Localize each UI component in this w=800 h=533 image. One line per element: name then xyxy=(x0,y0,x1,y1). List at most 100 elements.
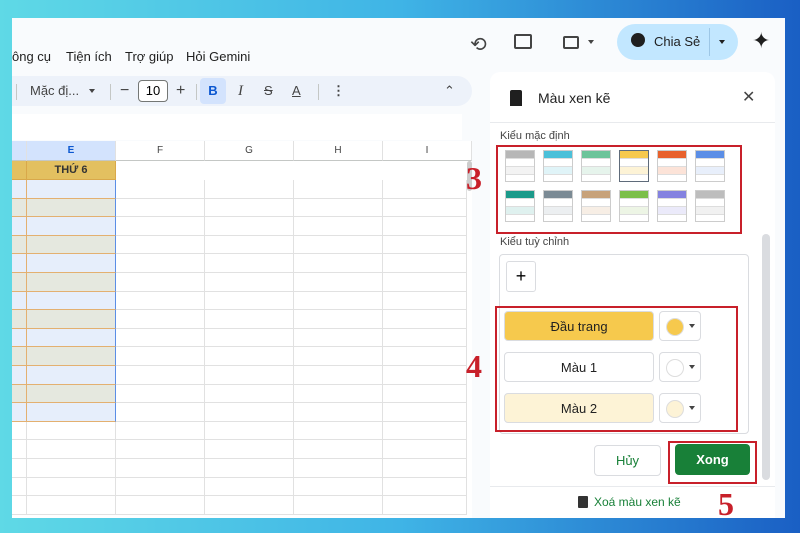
cell[interactable] xyxy=(294,273,383,292)
cell[interactable] xyxy=(383,180,467,199)
cell[interactable] xyxy=(116,440,205,459)
cell[interactable] xyxy=(383,366,467,385)
cell[interactable] xyxy=(116,291,205,311)
remove-alternating-colors-link[interactable]: Xoá màu xen kẽ xyxy=(594,495,681,509)
share-button[interactable]: Chia Sẻ xyxy=(617,24,738,60)
cell[interactable] xyxy=(294,254,383,273)
cell[interactable] xyxy=(205,291,294,311)
cell[interactable] xyxy=(27,273,116,292)
column-header-f[interactable]: F xyxy=(116,141,205,161)
cell[interactable] xyxy=(12,347,27,366)
cell[interactable] xyxy=(27,291,116,311)
cell[interactable] xyxy=(294,328,383,348)
cell[interactable] xyxy=(205,440,294,459)
header-cell-d[interactable] xyxy=(12,161,27,180)
cell[interactable] xyxy=(27,310,116,329)
cell[interactable] xyxy=(294,217,383,236)
cell[interactable] xyxy=(27,254,116,273)
cell[interactable] xyxy=(116,254,205,273)
cell[interactable] xyxy=(205,421,294,441)
cell[interactable] xyxy=(27,217,116,236)
cell[interactable] xyxy=(383,328,467,348)
cell[interactable] xyxy=(27,496,116,515)
comment-icon[interactable] xyxy=(514,34,532,49)
column-header-i[interactable]: I xyxy=(383,141,472,161)
cell[interactable] xyxy=(294,291,383,311)
cell[interactable] xyxy=(116,421,205,441)
cell[interactable] xyxy=(12,310,27,329)
cell[interactable] xyxy=(116,180,205,199)
cell[interactable] xyxy=(383,403,467,422)
cell[interactable] xyxy=(294,347,383,366)
cell[interactable] xyxy=(205,366,294,385)
cell[interactable] xyxy=(27,459,116,478)
cell[interactable] xyxy=(205,198,294,218)
cell[interactable] xyxy=(12,235,27,255)
collapse-toolbar-icon[interactable]: ⌃ xyxy=(444,76,455,106)
cell[interactable] xyxy=(294,421,383,441)
cell[interactable] xyxy=(294,366,383,385)
cell[interactable] xyxy=(294,310,383,329)
cell[interactable] xyxy=(205,254,294,273)
cell[interactable] xyxy=(116,477,205,497)
cell[interactable] xyxy=(205,273,294,292)
italic-button[interactable]: I xyxy=(238,76,243,106)
cell[interactable] xyxy=(12,496,27,515)
cell[interactable] xyxy=(383,347,467,366)
formula-bar[interactable] xyxy=(12,114,462,140)
decrease-font-button[interactable]: − xyxy=(120,76,129,106)
cell[interactable] xyxy=(383,477,467,497)
cell[interactable] xyxy=(27,421,116,441)
cell[interactable] xyxy=(12,254,27,273)
cell[interactable] xyxy=(12,366,27,385)
trash-icon[interactable] xyxy=(578,496,588,508)
cell[interactable] xyxy=(116,310,205,329)
cell[interactable] xyxy=(383,440,467,459)
cell[interactable] xyxy=(205,310,294,329)
cell[interactable] xyxy=(27,403,116,422)
cell[interactable] xyxy=(205,496,294,515)
cell[interactable] xyxy=(383,384,467,404)
close-icon[interactable]: ✕ xyxy=(742,87,755,107)
gemini-star-icon[interactable]: ✦ xyxy=(752,28,770,54)
cell[interactable] xyxy=(205,384,294,404)
cell[interactable] xyxy=(383,496,467,515)
cell[interactable] xyxy=(12,477,27,497)
strikethrough-button[interactable]: S xyxy=(264,76,273,106)
cell[interactable] xyxy=(116,328,205,348)
cell[interactable] xyxy=(12,198,27,218)
column-header-e[interactable]: E xyxy=(27,141,116,161)
column-header-g[interactable]: G xyxy=(205,141,294,161)
cell[interactable] xyxy=(27,235,116,255)
cell[interactable] xyxy=(116,217,205,236)
cell[interactable] xyxy=(294,440,383,459)
share-dropdown-icon[interactable] xyxy=(719,40,725,44)
cell[interactable] xyxy=(383,310,467,329)
cell[interactable] xyxy=(27,198,116,218)
font-size-input[interactable]: 10 xyxy=(138,80,168,102)
cell[interactable] xyxy=(116,198,205,218)
cell[interactable] xyxy=(12,328,27,348)
cell[interactable] xyxy=(116,403,205,422)
font-dropdown-icon[interactable] xyxy=(89,89,95,93)
cell[interactable] xyxy=(294,384,383,404)
cell[interactable] xyxy=(116,459,205,478)
cell[interactable] xyxy=(12,440,27,459)
cell[interactable] xyxy=(383,217,467,236)
menu-extensions[interactable]: Tiện ích xyxy=(66,49,112,64)
menu-tools[interactable]: ông cụ xyxy=(12,49,51,64)
cell[interactable] xyxy=(205,217,294,236)
cell[interactable] xyxy=(294,496,383,515)
bold-button[interactable]: B xyxy=(200,78,226,104)
cell[interactable] xyxy=(12,403,27,422)
cell[interactable] xyxy=(116,366,205,385)
cell[interactable] xyxy=(27,180,116,199)
text-color-button[interactable]: A xyxy=(292,76,301,106)
font-select[interactable]: Mặc đị... xyxy=(30,76,79,106)
cell[interactable] xyxy=(205,328,294,348)
cell[interactable] xyxy=(27,347,116,366)
cell[interactable] xyxy=(294,477,383,497)
cell[interactable] xyxy=(383,273,467,292)
column-header-h[interactable]: H xyxy=(294,141,383,161)
spreadsheet-grid[interactable]: E F G H I THỨ 6 xyxy=(12,141,472,518)
